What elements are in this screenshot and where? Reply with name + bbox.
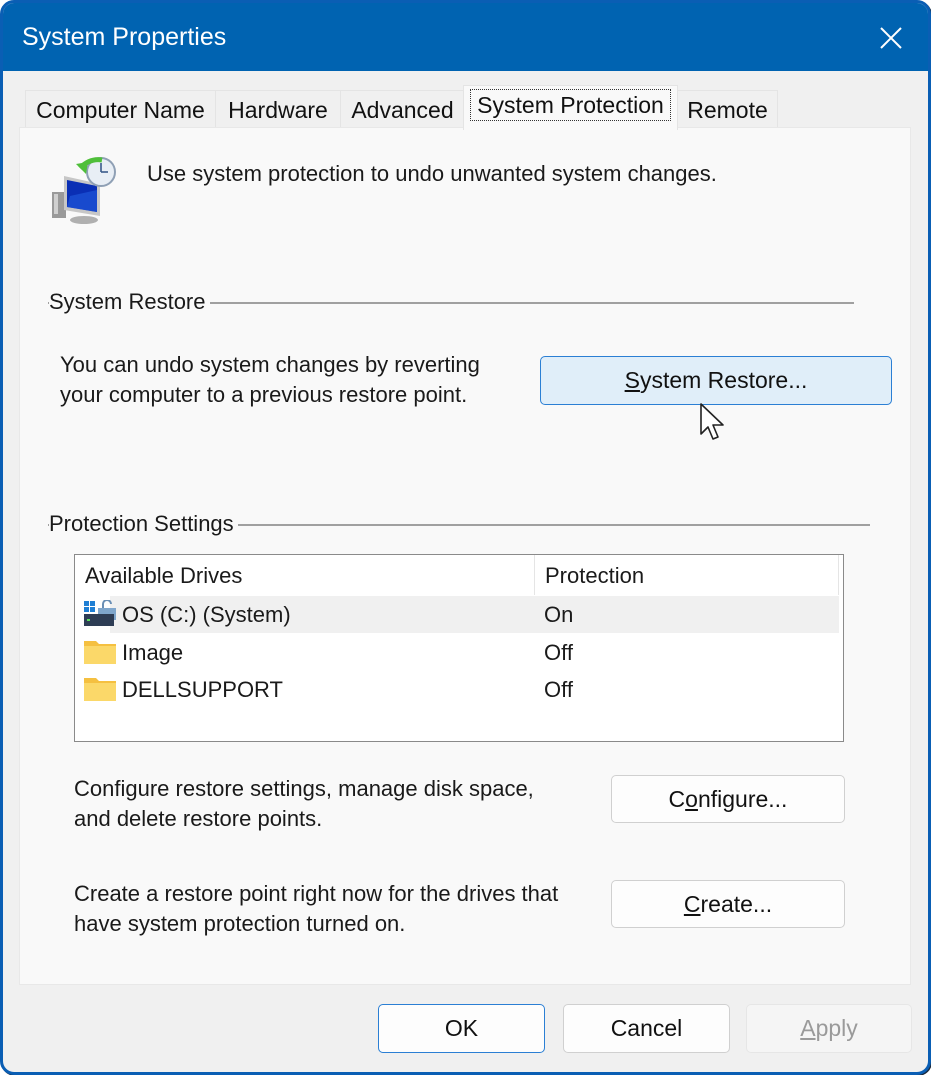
system-properties-window: System Properties Computer Name Hardware… [0,0,931,1075]
create-button[interactable]: Create... [611,880,845,928]
mnemonic: o [685,785,698,812]
mnemonic: C [683,890,701,917]
button-label: pply [815,1015,858,1041]
system-restore-description: You can undo system changes by reverting… [60,350,480,410]
drive-row[interactable]: OS (C:) (System) On [75,596,839,633]
close-icon [880,27,902,49]
tab-label: Hardware [228,97,328,123]
system-protection-panel: Use system protection to undo unwanted s… [19,127,911,985]
tab-advanced[interactable]: Advanced [340,90,465,129]
window-title: System Properties [22,23,227,51]
description-line: have system protection turned on. [74,911,406,936]
drive-name: OS (C:) (System) [122,602,291,627]
drives-list[interactable]: Available Drives Protection OS (C:) (Sys… [74,554,844,742]
button-label: nfigure... [697,785,788,812]
cancel-button[interactable]: Cancel [563,1004,730,1053]
folder-icon [84,678,116,701]
description-line: Create a restore point right now for the… [74,881,559,906]
configure-description: Configure restore settings, manage disk … [74,774,534,834]
drive-protection-status: Off [544,677,573,702]
tab-label: System Protection [470,89,671,121]
drive-protection-status: On [544,602,574,627]
tab-computer-name[interactable]: Computer Name [25,90,216,129]
button-label: ystem Restore... [639,367,808,393]
drive-name: DELLSUPPORT [122,677,283,702]
drive-protection-status: Off [544,640,573,665]
button-label: C [668,785,686,812]
system-restore-button[interactable]: System Restore... [540,356,892,405]
tab-hardware[interactable]: Hardware [215,90,341,129]
column-header-available-drives[interactable]: Available Drives [75,555,535,595]
folder-icon [84,641,116,664]
list-header: Available Drives Protection [75,555,839,595]
tab-label: Advanced [351,97,454,123]
drive-row[interactable]: DELLSUPPORT Off [75,671,839,708]
intro-text: Use system protection to undo unwanted s… [147,161,717,186]
description-line: You can undo system changes by reverting [60,352,480,377]
button-label: reate... [700,890,773,917]
protection-settings-group-label: Protection Settings [49,511,238,537]
tab-remote[interactable]: Remote [677,90,778,129]
mnemonic: A [800,1015,816,1041]
tab-label: Computer Name [36,97,205,123]
tab-system-protection[interactable]: System Protection [463,85,678,130]
description-line: and delete restore points. [74,806,323,831]
ok-button[interactable]: OK [378,1004,545,1053]
system-drive-icon [84,600,116,626]
tab-label: Remote [687,97,768,123]
configure-button[interactable]: Configure... [611,775,845,823]
system-restore-group-label: System Restore [49,289,210,315]
mnemonic: S [624,367,640,393]
create-description: Create a restore point right now for the… [74,879,558,939]
close-button[interactable] [874,21,908,55]
description-line: Configure restore settings, manage disk … [74,776,534,801]
apply-button: Apply [746,1004,912,1053]
drive-row[interactable]: Image Off [75,634,839,671]
system-restore-icon [52,157,116,224]
title-bar[interactable]: System Properties [3,3,928,71]
description-line: your computer to a previous restore poin… [60,382,468,407]
drive-name: Image [122,640,184,665]
column-header-protection[interactable]: Protection [535,555,839,595]
